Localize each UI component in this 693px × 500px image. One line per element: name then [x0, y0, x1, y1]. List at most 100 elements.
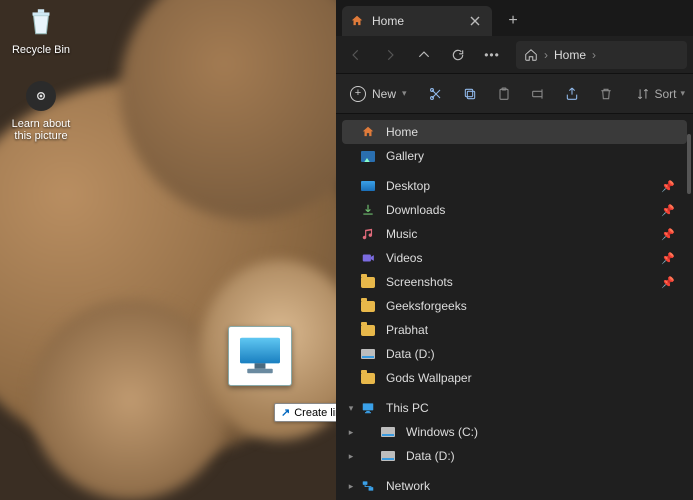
home-icon [350, 14, 364, 28]
plus-icon: + [508, 12, 517, 30]
new-tab-button[interactable]: + [498, 6, 528, 36]
arrow-right-icon [383, 48, 397, 62]
network-icon [360, 478, 376, 494]
nav-item-home[interactable]: Home [342, 120, 687, 144]
paste-icon [496, 86, 512, 102]
nav-item-prabhat[interactable]: Prabhat [342, 318, 687, 342]
chevron-down-icon[interactable]: ▾ [346, 403, 356, 414]
refresh-button[interactable] [444, 41, 472, 69]
nav-item-this-pc[interactable]: ▾ This PC [342, 396, 687, 420]
scrollbar-thumb[interactable] [687, 134, 691, 194]
tab-title: Home [372, 14, 404, 28]
nav-label: Prabhat [386, 323, 675, 337]
trash-icon [598, 86, 614, 102]
nav-item-screenshots[interactable]: Screenshots 📌 [342, 270, 687, 294]
paste-button[interactable] [493, 83, 515, 105]
nav-item-music[interactable]: Music 📌 [342, 222, 687, 246]
shortcut-arrow-icon: ↗ [281, 407, 290, 419]
new-button[interactable]: + New ▾ [344, 82, 413, 106]
music-icon [360, 226, 376, 242]
navigation-pane: Home Gallery Desktop 📌 Downloads 📌 [336, 114, 693, 500]
chevron-down-icon: ▾ [680, 88, 685, 99]
share-button[interactable] [561, 83, 583, 105]
nav-up-button[interactable] [410, 41, 438, 69]
sort-label: Sort [654, 87, 676, 101]
nav-item-data-d[interactable]: Data (D:) [342, 342, 687, 366]
drive-icon [380, 424, 396, 440]
chevron-right-icon[interactable]: ▸ [346, 481, 356, 492]
desktop-icon-label: Learn about this picture [6, 118, 76, 142]
nav-label: Videos [386, 251, 651, 265]
cut-button[interactable] [425, 83, 447, 105]
folder-icon [360, 298, 376, 314]
copy-button[interactable] [459, 83, 481, 105]
ellipsis-icon: ••• [484, 48, 500, 62]
nav-label: Gods Wallpaper [386, 371, 675, 385]
new-button-label: New [372, 87, 396, 101]
chevron-right-icon: › [592, 48, 596, 62]
home-icon [360, 124, 376, 140]
sort-button[interactable]: Sort ▾ [636, 87, 685, 101]
nav-item-windows-c[interactable]: ▸ Windows (C:) [342, 420, 687, 444]
tab-close-button[interactable] [466, 12, 484, 30]
pin-icon: 📌 [661, 228, 675, 241]
cut-icon [428, 86, 444, 102]
more-button[interactable]: ••• [478, 41, 506, 69]
wallpaper-blob [30, 300, 230, 500]
nav-item-videos[interactable]: Videos 📌 [342, 246, 687, 270]
breadcrumb-bar[interactable]: › Home › [516, 41, 687, 69]
breadcrumb-item[interactable]: Home [554, 48, 586, 62]
file-explorer-window: Home + ••• › Home › + [336, 0, 693, 500]
recycle-bin-icon [23, 4, 59, 40]
chevron-right-icon[interactable]: ▸ [346, 427, 356, 438]
chevron-right-icon: › [544, 48, 548, 62]
nav-item-data-d-drive[interactable]: ▸ Data (D:) [342, 444, 687, 468]
folder-icon [360, 370, 376, 386]
rename-icon [530, 86, 546, 102]
downloads-icon [360, 202, 376, 218]
nav-label: Screenshots [386, 275, 651, 289]
nav-item-gallery[interactable]: Gallery [342, 144, 687, 168]
plus-circle-icon: + [350, 86, 366, 102]
rename-button[interactable] [527, 83, 549, 105]
delete-button[interactable] [595, 83, 617, 105]
nav-item-gods-wallpaper[interactable]: Gods Wallpaper [342, 366, 687, 390]
refresh-icon [451, 48, 465, 62]
sort-icon [636, 87, 650, 101]
drive-icon [380, 448, 396, 464]
arrow-up-icon [417, 48, 431, 62]
desktop-icon-label: Recycle Bin [6, 44, 76, 56]
spotlight-icon [23, 78, 59, 114]
drive-icon [360, 346, 376, 362]
nav-item-downloads[interactable]: Downloads 📌 [342, 198, 687, 222]
tab-home[interactable]: Home [342, 6, 492, 36]
nav-item-geeksforgeeks[interactable]: Geeksforgeeks [342, 294, 687, 318]
nav-back-button[interactable] [342, 41, 370, 69]
nav-label: Geeksforgeeks [386, 299, 675, 313]
desktop-icon-recycle-bin[interactable]: Recycle Bin [6, 4, 76, 56]
address-bar: ••• › Home › [336, 36, 693, 74]
gallery-icon [360, 148, 376, 164]
monitor-icon [360, 400, 376, 416]
arrow-left-icon [349, 48, 363, 62]
nav-label: Home [386, 125, 675, 139]
pin-icon: 📌 [661, 180, 675, 193]
nav-label: Downloads [386, 203, 651, 217]
pin-icon: 📌 [661, 276, 675, 289]
desktop-viewport: Recycle Bin Learn about this picture ↗Cr… [0, 0, 693, 500]
nav-item-network[interactable]: ▸ Network [342, 474, 687, 498]
desktop-icon-learn-about-picture[interactable]: Learn about this picture [6, 78, 76, 142]
chevron-down-icon: ▾ [402, 88, 407, 99]
nav-label: Data (D:) [386, 347, 675, 361]
nav-item-desktop[interactable]: Desktop 📌 [342, 174, 687, 198]
folder-icon [360, 274, 376, 290]
chevron-right-icon[interactable]: ▸ [346, 451, 356, 462]
nav-forward-button[interactable] [376, 41, 404, 69]
close-icon [470, 16, 480, 26]
nav-label: Music [386, 227, 651, 241]
desktop-icon [360, 178, 376, 194]
folder-icon [360, 322, 376, 338]
copy-icon [462, 86, 478, 102]
tab-bar: Home + [336, 0, 693, 36]
nav-label: Desktop [386, 179, 651, 193]
